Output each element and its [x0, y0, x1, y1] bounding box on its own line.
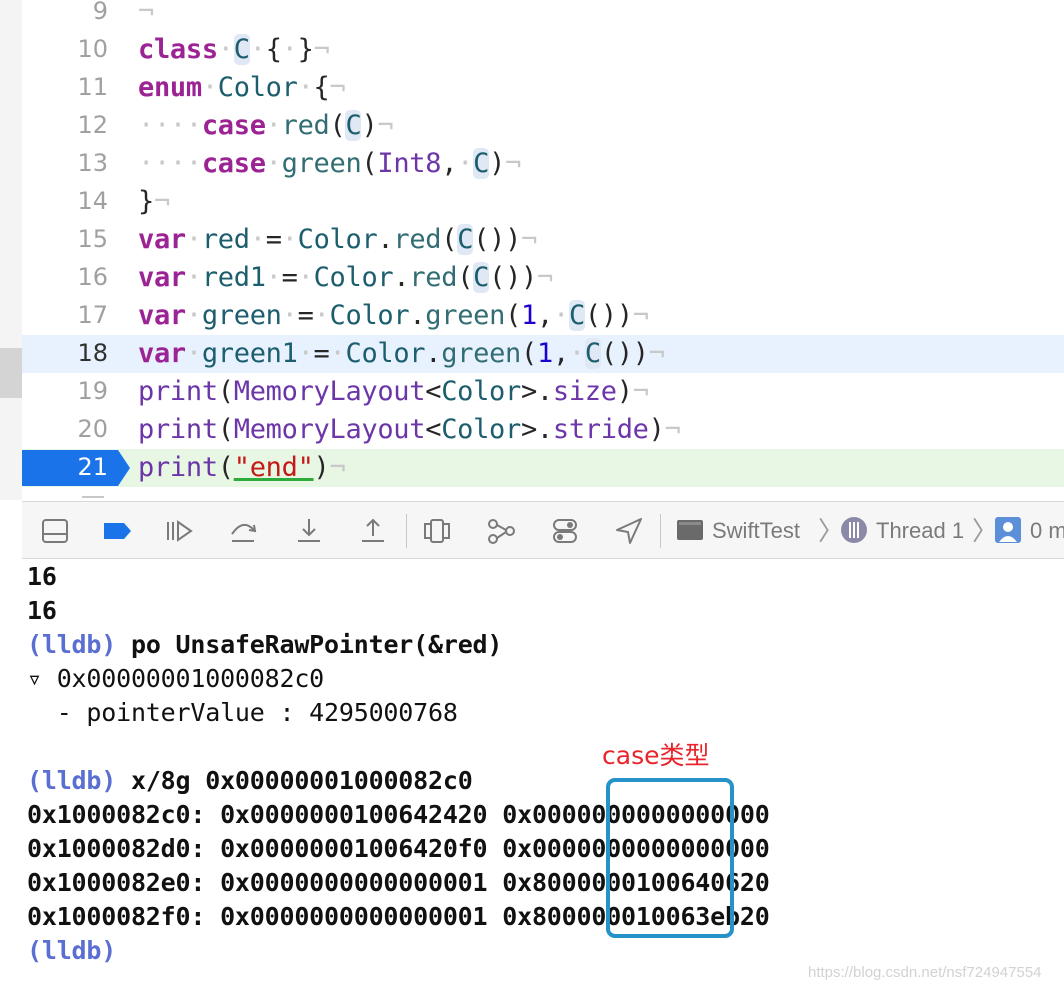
code-text[interactable]: ¬: [138, 0, 154, 27]
editor-left-strip: [0, 0, 22, 500]
step-over-button[interactable]: [228, 516, 258, 546]
breadcrumb-thread[interactable]: Thread 1: [840, 516, 964, 546]
line-number: 9: [92, 0, 108, 25]
continue-icon: [167, 520, 193, 542]
environment-overrides-button[interactable]: [550, 516, 580, 546]
terminal-app-icon: [677, 520, 703, 540]
breakpoint-marker[interactable]: 21: [22, 450, 130, 486]
editor-scroll-marker: [0, 348, 22, 398]
annotation-highlight-box: [606, 778, 734, 938]
code-line-20[interactable]: 20 print(MemoryLayout<Color>.stride)¬: [22, 411, 1064, 449]
thread-name: Thread 1: [876, 518, 965, 543]
code-line-9[interactable]: 9 ¬: [22, 0, 1064, 31]
user-frame-icon: [995, 517, 1021, 543]
memory-graph-icon: [488, 519, 515, 544]
code-text[interactable]: print("end")¬: [138, 452, 346, 483]
code-line-19[interactable]: 19 print(MemoryLayout<Color>.size)¬: [22, 373, 1064, 411]
simulate-location-button[interactable]: [614, 516, 644, 546]
code-text[interactable]: var·green1·=·Color.green(1,·C())¬: [138, 338, 665, 369]
frame-name: 0 m: [1030, 518, 1064, 543]
line-number: 17: [77, 301, 108, 329]
step-over-icon: [231, 523, 257, 542]
watermark: https://blog.csdn.net/nsf724947554: [808, 964, 1042, 981]
toggle-breakpoints-button[interactable]: [102, 516, 132, 546]
line-number: 11: [77, 73, 108, 101]
toolbar-separator: [406, 514, 407, 548]
line-number: 18: [77, 339, 108, 367]
code-line-13[interactable]: 13 ····case·green(Int8,·C)¬: [22, 145, 1064, 183]
step-into-button[interactable]: [294, 516, 324, 546]
location-arrow-icon: [616, 518, 642, 544]
lldb-command: po UnsafeRawPointer(&red): [130, 630, 503, 659]
code-line-17[interactable]: 17 var·green·=·Color.green(1,·C())¬: [22, 297, 1064, 335]
lldb-prompt[interactable]: (lldb): [27, 936, 116, 965]
line-number: 19: [77, 377, 108, 405]
source-editor[interactable]: 9 ¬ 10 class·C·{·}¬ 11 enum·Color·{¬ 12 …: [0, 0, 1064, 500]
console-command-line: (lldb) x/8g 0x00000001000082c0: [27, 766, 473, 795]
step-out-icon: [362, 518, 384, 542]
step-out-button[interactable]: [358, 516, 388, 546]
console-output-line: - pointerValue : 4295000768: [27, 698, 458, 727]
code-line-18-current[interactable]: 18 var·green1·=·Color.green(1,·C())¬: [22, 335, 1064, 373]
breadcrumb-frame[interactable]: 0 m: [994, 516, 1064, 546]
toggle-debug-area-button[interactable]: [40, 516, 70, 546]
debug-bar: SwiftTest 〉 Thread 1 〉 0 m: [22, 501, 1064, 559]
continue-button[interactable]: [164, 516, 194, 546]
console-output-line: 16: [27, 562, 57, 591]
line-number: 12: [77, 111, 108, 139]
line-number: 13: [77, 149, 108, 177]
code-text[interactable]: var·red·=·Color.red(C())¬: [138, 224, 537, 255]
thread-icon: [841, 517, 867, 543]
annotation-label: case类型: [602, 741, 710, 770]
debug-console[interactable]: 16 16 (lldb) po UnsafeRawPointer(&red) ▿…: [22, 560, 1064, 994]
code-line-10[interactable]: 10 class·C·{·}¬: [22, 31, 1064, 69]
breadcrumb-scheme[interactable]: SwiftTest: [676, 516, 800, 546]
scheme-name: SwiftTest: [712, 518, 801, 543]
debug-view-hierarchy-button[interactable]: [422, 516, 452, 546]
code-text[interactable]: ····case·red(C)¬: [138, 110, 394, 141]
code-line-16[interactable]: 16 var·red1·=·Color.red(C())¬: [22, 259, 1064, 297]
line-number: 10: [77, 35, 108, 63]
code-text[interactable]: ····case·green(Int8,·C)¬: [138, 148, 521, 179]
console-command-line: (lldb) po UnsafeRawPointer(&red): [27, 630, 503, 659]
code-text[interactable]: print(MemoryLayout<Color>.size)¬: [138, 376, 649, 407]
console-output-line: ▿ 0x00000001000082c0: [27, 664, 325, 693]
breakpoint-icon: [104, 523, 131, 539]
line-number: 16: [77, 263, 108, 291]
code-text[interactable]: var·green·=·Color.green(1,·C())¬: [138, 300, 649, 331]
debug-area-icon: [42, 519, 68, 543]
line-number: 14: [77, 187, 108, 215]
line-number: 15: [77, 225, 108, 253]
cropped-line-number: [82, 492, 108, 500]
line-number: 21: [77, 453, 108, 481]
toolbar-separator: [660, 514, 661, 548]
code-text[interactable]: var·red1·=·Color.red(C())¬: [138, 262, 553, 293]
line-number: 20: [77, 415, 108, 443]
code-text[interactable]: }¬: [138, 186, 170, 217]
code-line-15[interactable]: 15 var·red·=·Color.red(C())¬: [22, 221, 1064, 259]
view-hierarchy-icon: [424, 519, 450, 543]
code-line-12[interactable]: 12 ····case·red(C)¬: [22, 107, 1064, 145]
debug-memory-graph-button[interactable]: [486, 516, 516, 546]
toggles-icon: [553, 519, 577, 543]
code-line-14[interactable]: 14 }¬: [22, 183, 1064, 221]
console-output-line: 16: [27, 596, 57, 625]
step-into-icon: [298, 519, 320, 542]
code-text[interactable]: enum·Color·{¬: [138, 72, 346, 103]
lldb-command: x/8g 0x00000001000082c0: [130, 766, 473, 795]
code-line-11[interactable]: 11 enum·Color·{¬: [22, 69, 1064, 107]
code-text[interactable]: print(MemoryLayout<Color>.stride)¬: [138, 414, 681, 445]
code-text[interactable]: class·C·{·}¬: [138, 34, 330, 65]
code-line-21-stopped[interactable]: 21 print("end")¬: [22, 449, 1064, 487]
